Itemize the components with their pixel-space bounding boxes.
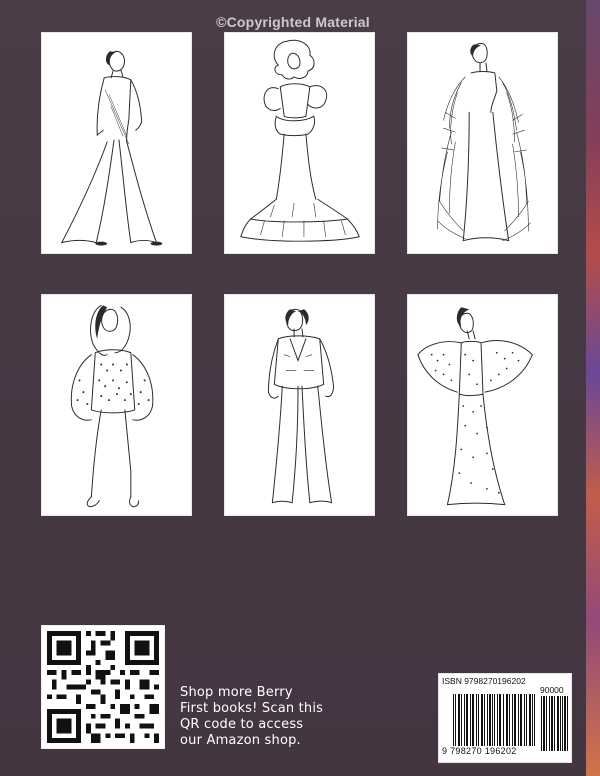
illustration-card-sequin-dress [41,294,192,516]
fashion-sketch-jumpsuit [61,50,163,246]
isbn-barcode: ISBN 9798270196202 90000 9 798270 196202 [438,673,572,763]
promo-text: Shop more Berry First books! Scan this Q… [180,685,324,748]
price-addon-code: 90000 [540,685,564,695]
fashion-sketch-beaded-gown [417,307,533,506]
qr-code[interactable] [41,625,165,749]
fashion-sketch-feather-gown [437,42,531,242]
illustration-card-beaded-gown [407,294,558,516]
illustration-card-ruffle-gown [224,32,375,254]
fashion-sketch-suit [267,308,335,504]
barcode-bars [453,694,535,754]
copyright-watermark: ©Copyrighted Material [216,14,370,30]
barcode-digits: 9 798270 196202 [441,746,539,756]
isbn-label: ISBN 9798270196202 [442,676,526,686]
fashion-sketch-sequin-dress [70,304,154,508]
artwork-edge-strip [586,0,600,776]
qr-code-pattern [42,626,164,748]
illustration-card-jumpsuit [41,32,192,254]
fashion-sketch-ruffle-gown [240,39,360,242]
illustration-card-feather-gown [407,32,558,254]
addon-barcode-bars [541,696,568,751]
back-cover: ©Copyrighted Material Shop more Berry Fi… [0,0,600,776]
illustration-card-suit [224,294,375,516]
